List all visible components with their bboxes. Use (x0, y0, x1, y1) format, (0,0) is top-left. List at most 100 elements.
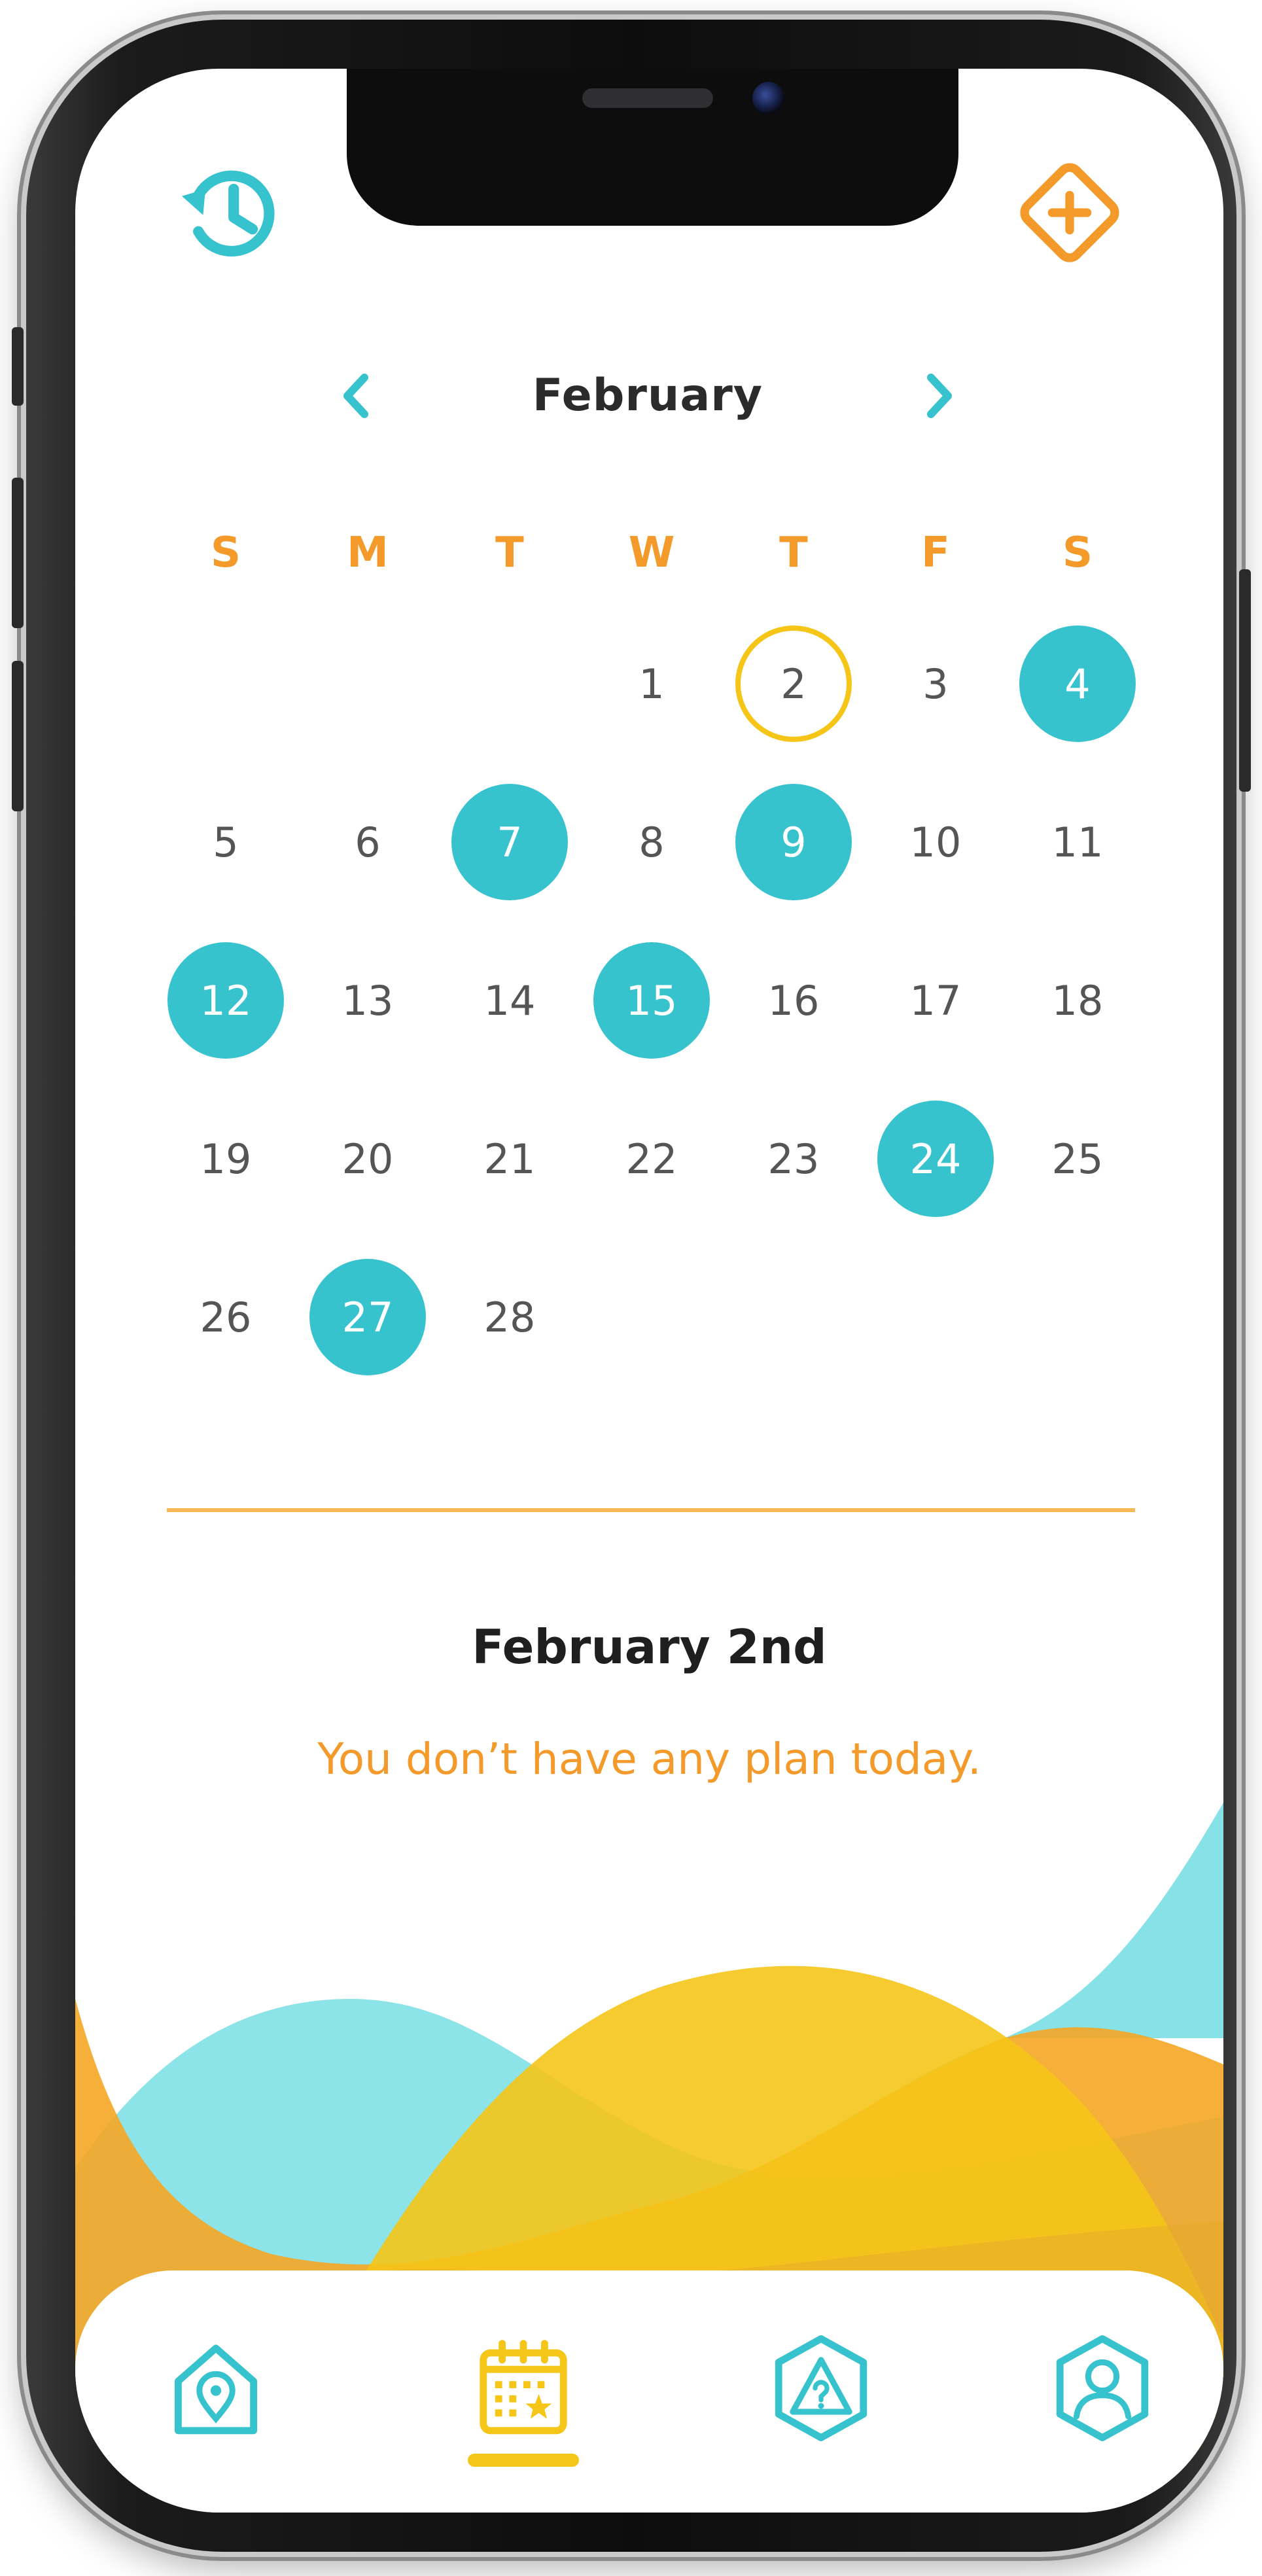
day-number: 10 (909, 818, 962, 866)
nav-home-button[interactable] (144, 2316, 288, 2460)
day-number: 19 (200, 1135, 252, 1183)
day-cell[interactable]: 27 (302, 1252, 433, 1383)
day-cell[interactable]: 25 (1012, 1093, 1143, 1224)
day-cell[interactable]: 11 (1012, 777, 1143, 908)
calendar-week: 12 13 14 15 16 17 18 (75, 935, 1223, 1066)
calendar-week: 26 27 28 (75, 1252, 1223, 1383)
day-number: 24 (877, 1101, 994, 1217)
day-cell[interactable]: 23 (728, 1093, 859, 1224)
profile-hexagon-icon (1056, 2335, 1149, 2441)
day-cell[interactable]: 20 (302, 1093, 433, 1224)
day-cell[interactable]: 5 (160, 777, 291, 908)
day-cell (444, 618, 575, 749)
active-tab-indicator (468, 2454, 579, 2467)
no-plan-message: You don’t have any plan today. (317, 1734, 981, 1784)
day-cell[interactable]: 10 (870, 777, 1001, 908)
day-cell (870, 1252, 1001, 1383)
day-cell (160, 618, 291, 749)
day-number: 27 (309, 1259, 426, 1375)
day-number: 7 (451, 784, 568, 900)
month-title: February (532, 370, 763, 421)
day-cell (302, 618, 433, 749)
day-cell (728, 1252, 859, 1383)
day-number: 17 (909, 976, 962, 1025)
day-number: 9 (735, 784, 852, 900)
weekday-label: T (495, 529, 524, 577)
weekday-label: T (779, 529, 808, 577)
day-number: 1 (639, 660, 665, 708)
nav-calendar-button[interactable] (451, 2316, 595, 2460)
day-cell[interactable]: 28 (444, 1252, 575, 1383)
section-divider (167, 1508, 1135, 1512)
day-cell (1012, 1252, 1143, 1383)
add-plan-button[interactable] (1004, 147, 1135, 278)
day-number: 12 (167, 942, 284, 1059)
history-button[interactable] (164, 147, 294, 278)
question-hexagon-icon (775, 2335, 868, 2441)
day-cell[interactable]: 1 (586, 618, 717, 749)
day-cell[interactable]: 2 (728, 618, 859, 749)
day-cell[interactable]: 17 (870, 935, 1001, 1066)
day-number (451, 626, 568, 742)
day-cell[interactable]: 26 (160, 1252, 291, 1383)
mute-switch (12, 327, 24, 406)
day-number: 13 (342, 976, 394, 1025)
day-cell (586, 1252, 717, 1383)
previous-month-button[interactable] (317, 350, 396, 442)
day-number: 6 (355, 818, 381, 866)
chevron-right-icon (927, 374, 952, 418)
day-number: 20 (342, 1135, 394, 1183)
day-number: 11 (1051, 818, 1104, 866)
calendar-week: 19 20 21 22 23 24 25 (75, 1093, 1223, 1224)
day-cell[interactable]: 9 (728, 777, 859, 908)
day-number: 5 (213, 818, 239, 866)
day-number (593, 1259, 710, 1375)
day-number (735, 1259, 852, 1375)
chevron-left-icon (343, 374, 368, 418)
weekday-label: M (347, 529, 389, 577)
day-cell[interactable]: 3 (870, 618, 1001, 749)
notch (347, 69, 958, 226)
front-camera (752, 82, 785, 115)
day-cell[interactable]: 18 (1012, 935, 1143, 1066)
day-cell[interactable]: 19 (160, 1093, 291, 1224)
day-cell[interactable]: 14 (444, 935, 575, 1066)
day-number: 8 (639, 818, 665, 866)
history-icon (182, 170, 275, 257)
selected-date-label: February 2nd (472, 1619, 827, 1674)
nav-help-button[interactable] (749, 2316, 893, 2460)
day-cell[interactable]: 12 (160, 935, 291, 1066)
weekday-header: S M T W T F S (75, 514, 1223, 592)
day-cell[interactable]: 21 (444, 1093, 575, 1224)
day-cell[interactable]: 7 (444, 777, 575, 908)
day-number: 21 (483, 1135, 536, 1183)
weekday-label: F (921, 529, 950, 577)
day-number (1019, 1259, 1136, 1375)
day-number (877, 1259, 994, 1375)
weekday-label: S (1062, 529, 1093, 577)
day-cell[interactable]: 24 (870, 1093, 1001, 1224)
month-navigation: February (272, 350, 1024, 442)
day-cell[interactable]: 6 (302, 777, 433, 908)
weekday-label: W (628, 529, 675, 577)
day-cell[interactable]: 15 (586, 935, 717, 1066)
day-cell[interactable]: 13 (302, 935, 433, 1066)
day-number: 23 (767, 1135, 820, 1183)
volume-up-button (12, 478, 24, 628)
day-cell[interactable]: 8 (586, 777, 717, 908)
nav-profile-button[interactable] (1030, 2316, 1174, 2460)
day-number: 25 (1051, 1135, 1104, 1183)
day-cell[interactable]: 16 (728, 935, 859, 1066)
day-cell[interactable]: 22 (586, 1093, 717, 1224)
speaker-grille (582, 88, 713, 108)
day-number: 26 (200, 1293, 252, 1341)
next-month-button[interactable] (900, 350, 978, 442)
calendar-week: 1 2 3 4 (75, 618, 1223, 749)
bottom-navigation (75, 2270, 1223, 2513)
day-cell[interactable]: 4 (1012, 618, 1143, 749)
add-diamond-icon (1020, 163, 1119, 262)
day-number (167, 626, 284, 742)
home-location-icon (175, 2344, 257, 2435)
day-number: 14 (483, 976, 536, 1025)
day-number (309, 626, 426, 742)
